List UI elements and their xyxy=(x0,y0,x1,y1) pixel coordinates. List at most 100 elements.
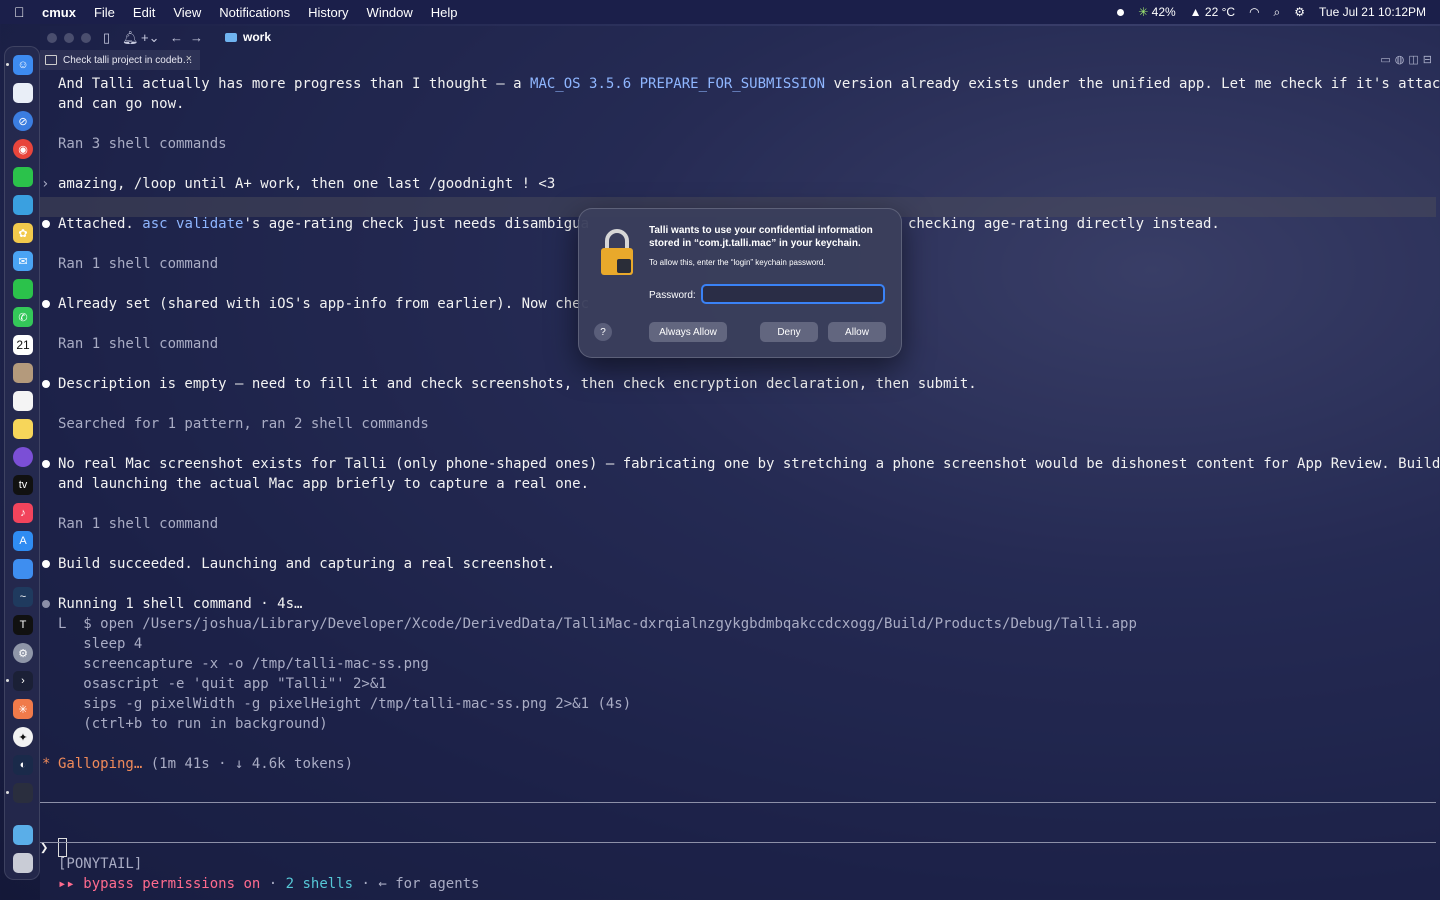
tradingview-icon[interactable]: T xyxy=(13,615,33,635)
allow-button[interactable]: Allow xyxy=(828,322,886,342)
separator: · xyxy=(260,876,286,892)
command-hint: (ctrl+b to run in background) xyxy=(58,716,328,732)
running-bullet-icon xyxy=(42,600,50,608)
dock-running-indicator xyxy=(6,679,9,682)
help-button[interactable]: ? xyxy=(594,323,612,341)
cmux-icon[interactable] xyxy=(13,783,33,803)
password-field[interactable] xyxy=(701,284,885,304)
back-arrow-icon[interactable]: ← xyxy=(170,30,183,45)
dialog-title: Talli wants to use your confidential inf… xyxy=(649,225,873,249)
apple-tv-icon[interactable]: tv xyxy=(13,475,33,495)
contacts-icon[interactable] xyxy=(13,363,33,383)
menu-help[interactable]: Help xyxy=(431,5,458,20)
input-separator-top xyxy=(40,802,1436,803)
terminal-app-icon[interactable]: › xyxy=(13,671,33,691)
deny-button[interactable]: Deny xyxy=(760,322,818,342)
trash-icon[interactable] xyxy=(13,853,33,873)
split-vertical-icon[interactable]: ◫ xyxy=(1408,53,1418,66)
title-bar: ▯ 🔔︎ +⌄ ← → work xyxy=(40,26,1440,50)
menu-view[interactable]: View xyxy=(173,5,201,20)
menu-file[interactable]: File xyxy=(94,5,115,20)
command-line: sips -g pixelWidth -g pixelHeight /tmp/t… xyxy=(58,696,632,712)
terminal-output[interactable]: And Talli actually has more progress tha… xyxy=(40,70,1440,900)
phone-icon[interactable]: ✆ xyxy=(13,307,33,327)
steam-icon[interactable]: ◐ xyxy=(13,755,33,775)
calendar-day: 21 xyxy=(16,338,30,352)
dock: ☺ ⊘ ◉ ✿ ✉ ✆ 21 tv ♪ A ~ T ⚙ › ✳ ✦ ◐ xyxy=(4,46,40,880)
app-store-icon[interactable]: A xyxy=(13,531,33,551)
system-settings-icon[interactable]: ⚙ xyxy=(13,643,33,663)
output-line: Build succeeded. Launching and capturing… xyxy=(58,556,556,572)
downloads-folder-icon[interactable] xyxy=(13,825,33,845)
sidebar-toggle-icon[interactable]: ▯ xyxy=(103,30,110,46)
chrome-icon[interactable]: ◉ xyxy=(13,139,33,159)
tab-title: Check talli project in codeb… xyxy=(63,54,193,66)
spotlight-search-icon[interactable]: ⌕ xyxy=(1274,5,1281,20)
menu-edit[interactable]: Edit xyxy=(133,5,155,20)
text: version already exists under the unified… xyxy=(825,76,1440,92)
menu-app-name[interactable]: cmux xyxy=(42,5,76,20)
notes-icon[interactable] xyxy=(13,419,33,439)
forward-arrow-icon[interactable]: → xyxy=(190,30,203,45)
safari-icon[interactable]: ⊘ xyxy=(13,111,33,131)
text: Attached. xyxy=(58,216,143,232)
reminders-icon[interactable] xyxy=(13,391,33,411)
apple-icon[interactable]:  xyxy=(14,4,30,20)
music-icon[interactable]: ♪ xyxy=(13,503,33,523)
output-line: Description is empty — need to fill it a… xyxy=(58,376,977,392)
bullet-icon xyxy=(42,300,50,308)
photos-icon[interactable]: ✿ xyxy=(13,223,33,243)
keychain-dialog: Talli wants to use your confidential inf… xyxy=(578,208,902,358)
wifi-icon[interactable]: ◠ xyxy=(1249,5,1259,19)
bypass-label[interactable]: bypass permissions on xyxy=(83,876,260,892)
weather-status[interactable]: ▲ 22 °C xyxy=(1190,5,1235,19)
recording-dot-icon[interactable] xyxy=(1117,8,1125,16)
zoom-window-button[interactable] xyxy=(81,33,91,43)
menu-notifications[interactable]: Notifications xyxy=(219,5,290,20)
progress-status: Galloping… (1m 41s · ↓ 4.6k tokens) xyxy=(58,754,353,774)
output-line: No real Mac screenshot exists for Talli … xyxy=(58,456,1440,472)
battery-icon: ✳ xyxy=(1138,5,1149,19)
close-icon[interactable]: × xyxy=(186,53,192,65)
maps-icon[interactable] xyxy=(13,195,33,215)
bell-icon[interactable]: 🔔︎ xyxy=(122,30,139,46)
shells-count[interactable]: 2 shells xyxy=(286,876,353,892)
weather-temp: 22 °C xyxy=(1204,5,1236,19)
split-horizontal-icon[interactable]: ⊟ xyxy=(1423,53,1432,66)
bullet-icon xyxy=(42,220,50,228)
dialog-subtitle: To allow this, enter the “login” keychai… xyxy=(649,258,826,267)
always-allow-button[interactable]: Always Allow xyxy=(649,322,727,342)
pane-controls: ▭ ◍ ◫ ⊟ xyxy=(1380,53,1432,66)
version-highlight: MAC_OS 3.5.6 PREPARE_FOR_SUBMISSION xyxy=(530,76,826,92)
dock-running-indicator xyxy=(6,791,9,794)
chatgpt-icon[interactable]: ✦ xyxy=(13,727,33,747)
new-tab-plus-icon[interactable]: +⌄ xyxy=(141,30,159,46)
control-center-icon[interactable]: ⚙ xyxy=(1294,5,1305,19)
menu-window[interactable]: Window xyxy=(367,5,413,20)
minimize-window-button[interactable] xyxy=(64,33,74,43)
browser-icon[interactable]: ◍ xyxy=(1395,53,1405,66)
finder-icon[interactable]: ☺ xyxy=(13,55,33,75)
command-line: sleep 4 xyxy=(58,636,143,652)
split-pane-icon[interactable]: ▭ xyxy=(1380,53,1390,66)
user-prompt: amazing, /loop until A+ work, then one l… xyxy=(58,176,556,192)
launchpad-icon[interactable] xyxy=(13,83,33,103)
output-line-continued: checking age-rating directly instead. xyxy=(908,216,1220,232)
podcasts-icon[interactable] xyxy=(13,447,33,467)
menu-history[interactable]: History xyxy=(308,5,348,20)
activity-monitor-icon[interactable]: ~ xyxy=(13,587,33,607)
lock-icon xyxy=(601,229,633,275)
fast-forward-icon: ▸▸ xyxy=(58,876,75,892)
battery-status[interactable]: ✳ 42% xyxy=(1138,5,1175,19)
bullet-icon xyxy=(42,560,50,568)
mail-icon[interactable]: ✉ xyxy=(13,251,33,271)
preview-icon[interactable] xyxy=(13,559,33,579)
calendar-icon[interactable]: 21 xyxy=(13,335,33,355)
clock[interactable]: Tue Jul 21 10:12PM xyxy=(1319,5,1426,19)
claude-icon[interactable]: ✳ xyxy=(13,699,33,719)
facetime-icon[interactable] xyxy=(13,279,33,299)
messages-icon[interactable] xyxy=(13,167,33,187)
tab-check-talli[interactable]: Check talli project in codeb… × xyxy=(40,50,200,70)
input-chevron-icon: ❯ xyxy=(40,840,49,856)
close-window-button[interactable] xyxy=(47,33,57,43)
